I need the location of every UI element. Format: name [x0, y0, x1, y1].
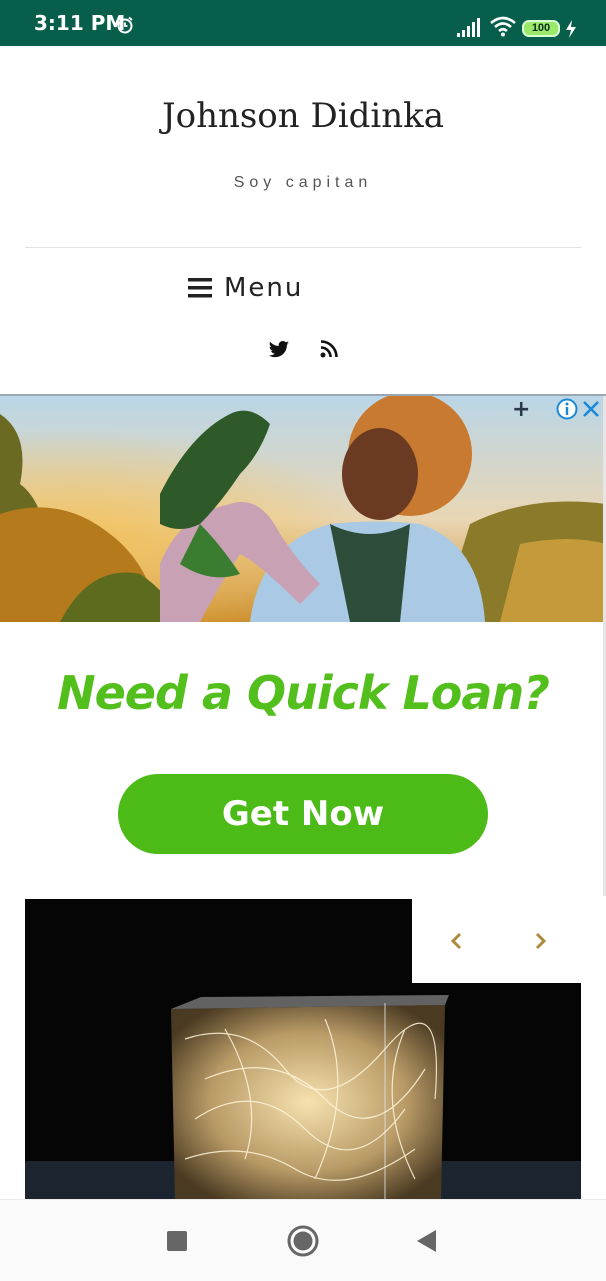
recent-apps-icon[interactable] [166, 1230, 188, 1252]
wifi-icon [490, 16, 516, 37]
ad-headline: Need a Quick Loan? [57, 666, 550, 720]
advertisement[interactable]: + Need a Quick Loan? Get Now [0, 394, 606, 882]
home-icon[interactable] [286, 1224, 320, 1258]
site-title[interactable]: Johnson Didinka [0, 96, 606, 136]
alarm-icon [117, 16, 133, 34]
ad-photo-woman-gardening [0, 394, 606, 622]
twitter-icon[interactable] [268, 340, 290, 360]
close-icon[interactable] [582, 400, 600, 418]
hamburger-icon [188, 278, 212, 298]
battery-icon: 100 [522, 20, 560, 37]
status-time: 3:11 PM [34, 11, 126, 35]
menu-label: Menu [224, 273, 304, 303]
site-description: Soy capitan [233, 174, 373, 191]
chevron-right-icon[interactable] [532, 931, 548, 951]
header-divider [25, 247, 581, 248]
battery-level: 100 [531, 22, 551, 34]
rss-icon[interactable] [320, 340, 338, 358]
menu-button[interactable]: Menu [188, 268, 328, 308]
status-bar: 3:11 PM 100 [0, 0, 606, 46]
chevron-left-icon[interactable] [449, 931, 465, 951]
ad-corner-mark: + [512, 397, 531, 422]
info-icon[interactable] [556, 398, 578, 420]
back-icon[interactable] [414, 1228, 438, 1254]
slider-controls [412, 899, 581, 983]
get-now-button[interactable]: Get Now [118, 774, 488, 854]
signal-icon [457, 18, 480, 37]
charging-icon [566, 20, 576, 38]
